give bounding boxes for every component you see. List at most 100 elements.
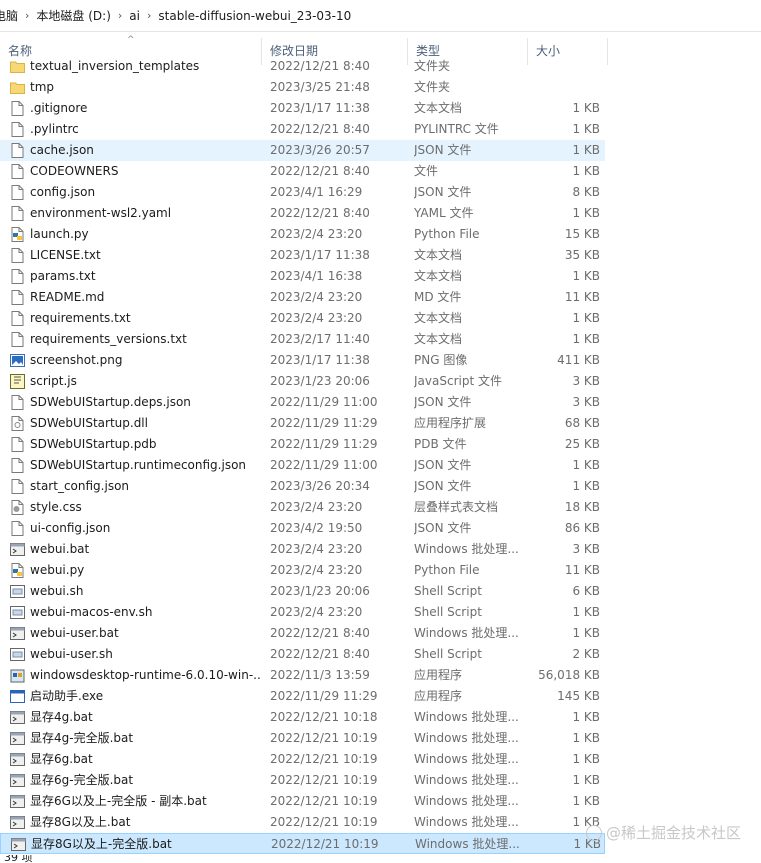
file-size: 2 KB <box>572 647 600 661</box>
file-type: JSON 文件 <box>414 143 472 157</box>
batch-file-icon <box>10 753 25 766</box>
file-row[interactable]: webui-macos-env.sh 2023/2/4 23:20 Shell Sc… <box>0 602 605 623</box>
file-date: 2023/2/4 23:20 <box>270 605 363 619</box>
file-name: SDWebUIStartup.dll <box>30 416 148 430</box>
file-row[interactable]: 启动助手.exe 2022/11/29 11:29 应用程序 145 KB <box>0 686 605 707</box>
breadcrumb-item[interactable]: 本地磁盘 (D:) <box>32 7 114 24</box>
file-row[interactable]: .gitignore 2023/1/17 11:38 文本文档 1 KB <box>0 98 605 119</box>
file-row[interactable]: SDWebUIStartup.runtimeconfig.json 2022/11… <box>0 455 605 476</box>
file-row[interactable]: params.txt 2023/4/1 16:38 文本文档 1 KB <box>0 266 605 287</box>
file-date: 2022/11/29 11:29 <box>270 437 378 451</box>
file-type: Windows 批处理... <box>414 815 519 829</box>
python-file-icon <box>11 227 24 242</box>
file-row[interactable]: webui-user.sh 2022/12/21 8:40 Shell Script… <box>0 644 605 665</box>
file-row[interactable]: screenshot.png 2023/1/17 11:38 PNG 图像 411 K… <box>0 350 605 371</box>
batch-file-icon <box>10 627 25 640</box>
css-file-icon <box>11 500 24 515</box>
file-row[interactable]: windowsdesktop-runtime-6.0.10-win-... 202… <box>0 665 605 686</box>
file-size: 1 KB <box>572 710 600 724</box>
file-name: webui.sh <box>30 584 84 598</box>
file-name: ui-config.json <box>30 521 111 535</box>
file-date: 2022/12/21 10:18 <box>270 710 378 724</box>
file-row[interactable]: 显存4g.bat 2022/12/21 10:18 Windows 批处理... 1 … <box>0 707 605 728</box>
file-row[interactable]: LICENSE.txt 2023/1/17 11:38 文本文档 35 KB <box>0 245 605 266</box>
file-row[interactable]: README.md 2023/2/4 23:20 MD 文件 11 KB <box>0 287 605 308</box>
file-row[interactable]: environment-wsl2.yaml 2022/12/21 8:40 YAML… <box>0 203 605 224</box>
file-type: 应用程序 <box>414 689 463 703</box>
file-size: 8 KB <box>572 185 600 199</box>
file-name: environment-wsl2.yaml <box>30 206 172 220</box>
batch-file-icon <box>10 711 25 724</box>
breadcrumb-item[interactable]: ai <box>125 9 144 23</box>
file-row[interactable]: ui-config.json 2023/4/2 19:50 JSON 文件 86 KB <box>0 518 605 539</box>
file-date: 2022/12/21 10:19 <box>270 794 378 808</box>
file-name: start_config.json <box>30 479 130 493</box>
file-date: 2022/11/3 13:59 <box>270 668 370 682</box>
shell-script-icon <box>10 585 25 598</box>
file-row[interactable]: requirements.txt 2023/2/4 23:20 文本文档 1 KB <box>0 308 605 329</box>
file-row[interactable]: requirements_versions.txt 2023/2/17 11:40… <box>0 329 605 350</box>
file-type: Shell Script <box>414 584 482 598</box>
script-file-icon <box>10 374 25 389</box>
file-row[interactable]: 显存8G以及上.bat 2022/12/21 10:19 Windows 批处理..… <box>0 812 605 833</box>
file-row[interactable]: cache.json 2023/3/26 20:57 JSON 文件 1 KB <box>0 140 605 161</box>
file-date: 2023/1/23 20:06 <box>270 374 370 388</box>
document-icon <box>11 206 24 221</box>
file-row[interactable]: script.js 2023/1/23 20:06 JavaScript 文件 3 K… <box>0 371 605 392</box>
file-row[interactable]: 显存8G以及上-完全版.bat 2022/12/21 10:19 Windows 批… <box>0 833 605 854</box>
file-row[interactable]: .pylintrc 2022/12/21 8:40 PYLINTRC 文件 1 KB <box>0 119 605 140</box>
file-name: script.js <box>30 374 77 388</box>
file-row[interactable]: webui.sh 2023/1/23 20:06 Shell Script 6 KB <box>0 581 605 602</box>
file-name: requirements_versions.txt <box>30 332 187 346</box>
file-row[interactable]: SDWebUIStartup.pdb 2022/11/29 11:29 PDB 文件… <box>0 434 605 455</box>
file-row[interactable]: config.json 2023/4/1 16:29 JSON 文件 8 KB <box>0 182 605 203</box>
file-date: 2022/11/29 11:00 <box>270 458 378 472</box>
file-type: 文本文档 <box>414 311 463 325</box>
file-type: YAML 文件 <box>414 206 474 220</box>
file-type: JavaScript 文件 <box>414 374 502 388</box>
file-row[interactable]: launch.py 2023/2/4 23:20 Python File 15 KB <box>0 224 605 245</box>
file-size: 11 KB <box>564 563 600 577</box>
file-name: 显存8G以及上-完全版.bat <box>31 837 172 851</box>
file-row[interactable]: 显存6G以及上-完全版 - 副本.bat 2022/12/21 10:19 Wind… <box>0 791 605 812</box>
file-name: screenshot.png <box>30 353 123 367</box>
file-name: windowsdesktop-runtime-6.0.10-win-... <box>30 668 262 682</box>
file-row[interactable]: SDWebUIStartup.dll 2022/11/29 11:29 应用程序扩展… <box>0 413 605 434</box>
file-date: 2022/12/21 8:40 <box>270 206 370 220</box>
file-type: JSON 文件 <box>414 395 472 409</box>
file-name: params.txt <box>30 269 96 283</box>
breadcrumb-item[interactable]: stable-diffusion-webui_23-03-10 <box>154 9 355 23</box>
file-row[interactable]: 显存6g.bat 2022/12/21 10:19 Windows 批处理... 1 … <box>0 749 605 770</box>
file-size: 1 KB <box>572 731 600 745</box>
file-row[interactable]: webui.bat 2023/2/4 23:20 Windows 批处理... 3 K… <box>0 539 605 560</box>
file-date: 2022/12/21 8:40 <box>270 164 370 178</box>
file-type: 文本文档 <box>414 101 463 115</box>
file-name: webui-user.bat <box>30 626 119 640</box>
chevron-right-icon[interactable]: › <box>144 9 154 22</box>
file-row[interactable]: 显存6g-完全版.bat 2022/12/21 10:19 Windows 批处理.… <box>0 770 605 791</box>
file-size: 1 KB <box>572 773 600 787</box>
batch-file-icon <box>10 795 25 808</box>
file-row[interactable]: style.css 2023/2/4 23:20 层叠样式表文档 18 KB <box>0 497 605 518</box>
file-row[interactable]: webui-user.bat 2022/12/21 8:40 Windows 批处理… <box>0 623 605 644</box>
file-date: 2023/3/26 20:34 <box>270 479 370 493</box>
file-type: 应用程序 <box>414 668 463 682</box>
document-icon <box>11 143 24 158</box>
file-row[interactable]: webui.py 2023/2/4 23:20 Python File 11 KB <box>0 560 605 581</box>
file-row[interactable]: textual_inversion_templates 2022/12/21 8:… <box>0 56 605 77</box>
file-row[interactable]: CODEOWNERS 2022/12/21 8:40 文件 1 KB <box>0 161 605 182</box>
breadcrumb-item[interactable]: 电脑 <box>0 7 22 24</box>
chevron-right-icon[interactable]: › <box>115 9 125 22</box>
file-size: 1 KB <box>572 752 600 766</box>
chevron-right-icon[interactable]: › <box>22 9 32 22</box>
file-date: 2022/12/21 10:19 <box>271 837 379 851</box>
file-row[interactable]: SDWebUIStartup.deps.json 2022/11/29 11:00… <box>0 392 605 413</box>
file-row[interactable]: 显存4g-完全版.bat 2022/12/21 10:19 Windows 批处理.… <box>0 728 605 749</box>
file-size: 1 KB <box>572 479 600 493</box>
file-row[interactable]: tmp 2023/3/25 21:48 文件夹 <box>0 77 605 98</box>
file-size: 1 KB <box>572 626 600 640</box>
file-row[interactable]: start_config.json 2023/3/26 20:34 JSON 文件 1… <box>0 476 605 497</box>
file-name: launch.py <box>30 227 89 241</box>
document-icon <box>11 332 24 347</box>
file-date: 2023/2/4 23:20 <box>270 311 363 325</box>
